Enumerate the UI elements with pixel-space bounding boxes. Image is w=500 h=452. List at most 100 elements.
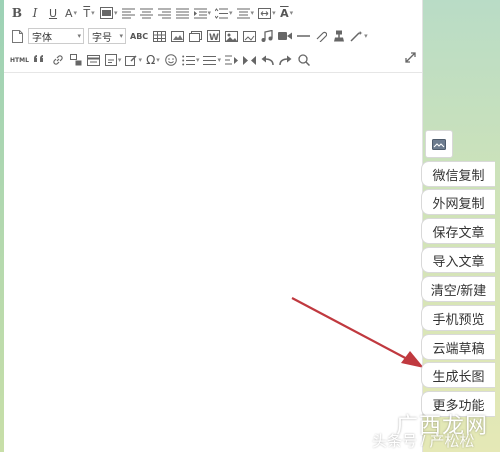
toolbar-row-insert: 字体 ▾ 字号 ▾ ABC W ▾: [10, 26, 372, 46]
italic-button[interactable]: I: [28, 4, 42, 22]
mobile-preview-button[interactable]: 手机预览: [421, 305, 495, 331]
import-article-button[interactable]: 导入文章: [421, 247, 495, 273]
background-color-button[interactable]: ▾: [100, 4, 118, 22]
select-all-button[interactable]: [243, 51, 257, 69]
word-import-button[interactable]: W: [206, 27, 220, 45]
rich-text-editor: B I U A ▾ T ▾ ▾ ▾ ▾ ▾ ▾ A ▾ 字体 ▾ 字号 ▾ ABC W: [4, 0, 423, 452]
edit-box-button[interactable]: ▾: [125, 51, 142, 69]
save-article-button[interactable]: 保存文章: [421, 218, 495, 244]
quote-icon: [33, 55, 43, 62]
word-icon: W: [206, 30, 220, 42]
new-document-button[interactable]: [10, 27, 24, 45]
more-features-button[interactable]: 更多功能: [421, 391, 495, 417]
toolbar-row-formatting: B I U A ▾ T ▾ ▾ ▾ ▾ ▾ ▾ A ▾: [10, 3, 298, 23]
underline-button[interactable]: U: [46, 4, 60, 22]
template-icon: [87, 54, 101, 66]
letter-spacing-button[interactable]: ▾: [258, 4, 276, 22]
search-icon: [298, 54, 310, 66]
attachment-icon: [316, 31, 328, 42]
cloud-draft-button[interactable]: 云端草稿: [421, 334, 495, 360]
magic-wand-icon: [350, 31, 363, 42]
side-function-panel: 微信复制 外网复制 保存文章 导入文章 清空/新建 手机预览 云端草稿 生成长图…: [421, 0, 500, 452]
split-icon: [243, 55, 257, 65]
special-characters-button[interactable]: Ω ▾: [146, 51, 160, 69]
font-background-icon: T: [83, 6, 91, 20]
redo-icon: [279, 55, 292, 65]
external-copy-button[interactable]: 外网复制: [421, 189, 495, 215]
ordered-list-icon: [182, 55, 195, 65]
align-right-button[interactable]: [158, 4, 172, 22]
unlink-button[interactable]: [69, 51, 83, 69]
panel-toggle-button[interactable]: [425, 130, 453, 158]
find-replace-button[interactable]: [297, 51, 311, 69]
picture-button[interactable]: [224, 27, 238, 45]
wechat-copy-button[interactable]: 微信复制: [421, 161, 495, 187]
align-right-icon: [158, 8, 172, 18]
font-size-button[interactable]: A ▾: [280, 4, 294, 22]
format-painter-button[interactable]: [332, 27, 346, 45]
music-button[interactable]: [260, 27, 274, 45]
picture-icon: [224, 30, 238, 42]
paragraph-spacing-icon: [236, 8, 250, 18]
align-center-button[interactable]: [140, 4, 154, 22]
editor-toolbar: B I U A ▾ T ▾ ▾ ▾ ▾ ▾ ▾ A ▾ 字体 ▾ 字号 ▾ ABC W: [4, 0, 422, 73]
magic-wand-button[interactable]: ▾: [350, 27, 368, 45]
indent-button[interactable]: ▾: [193, 4, 211, 22]
horizontal-rule-button[interactable]: [296, 27, 310, 45]
align-left-button[interactable]: [122, 4, 136, 22]
line-height-button[interactable]: ▾: [215, 4, 233, 22]
editor-content-area[interactable]: [4, 73, 422, 452]
font-color-button[interactable]: A ▾: [64, 4, 78, 22]
generate-long-image-button[interactable]: 生成长图: [421, 362, 495, 388]
toolbar-row-tools: HTML ▾ ▾ Ω ▾ ▾ ▾: [10, 50, 315, 70]
gallery-icon: [188, 30, 202, 42]
background-color-icon: [100, 7, 113, 19]
font-size-value: 字号: [92, 32, 112, 44]
multi-image-button[interactable]: [242, 27, 256, 45]
undo-button[interactable]: [261, 51, 275, 69]
template-button[interactable]: [87, 51, 101, 69]
clear-format-button[interactable]: [225, 51, 239, 69]
font-family-select[interactable]: 字体 ▾: [28, 28, 84, 44]
font-size-select[interactable]: 字号 ▾: [88, 28, 126, 44]
link-icon: [53, 55, 63, 65]
html-source-button[interactable]: HTML: [10, 51, 29, 69]
bold-button[interactable]: B: [10, 4, 24, 22]
letter-spacing-icon: [258, 7, 272, 19]
blockquote-button[interactable]: [33, 51, 47, 69]
line-height-icon: [215, 7, 229, 19]
emoji-button[interactable]: [164, 51, 178, 69]
font-color-icon: A: [64, 6, 73, 20]
video-button[interactable]: [278, 27, 293, 45]
horizontal-rule-icon: [296, 35, 310, 37]
video-icon: [278, 32, 293, 40]
table-button[interactable]: [152, 27, 166, 45]
font-family-value: 字体: [32, 32, 52, 44]
gallery-button[interactable]: [188, 27, 202, 45]
redo-button[interactable]: [279, 51, 293, 69]
insert-image-button[interactable]: [170, 27, 184, 45]
omega-icon: Ω: [146, 53, 156, 67]
fullscreen-button[interactable]: [405, 52, 416, 66]
font-size-icon: A: [280, 6, 289, 20]
align-left-icon: [122, 8, 136, 18]
ordered-list-button[interactable]: ▾: [182, 51, 199, 69]
unlink-icon: [69, 54, 82, 66]
frame-button[interactable]: ▾: [104, 51, 121, 69]
link-button[interactable]: [314, 27, 328, 45]
smiley-icon: [165, 54, 177, 66]
align-justify-button[interactable]: [176, 4, 190, 22]
paragraph-spacing-button[interactable]: ▾: [236, 4, 254, 22]
unordered-list-icon: [203, 55, 217, 65]
spellcheck-button[interactable]: ABC: [130, 27, 148, 45]
indent-icon: [193, 8, 207, 18]
font-background-button[interactable]: T ▾: [82, 4, 96, 22]
hyperlink-button[interactable]: [51, 51, 65, 69]
undo-icon: [261, 55, 275, 65]
unordered-list-button[interactable]: ▾: [203, 51, 221, 69]
clear-new-button[interactable]: 清空/新建: [421, 276, 495, 302]
format-painter-icon: [334, 30, 345, 42]
music-icon: [261, 30, 273, 42]
table-icon: [152, 30, 166, 42]
clear-format-icon: [225, 55, 239, 64]
